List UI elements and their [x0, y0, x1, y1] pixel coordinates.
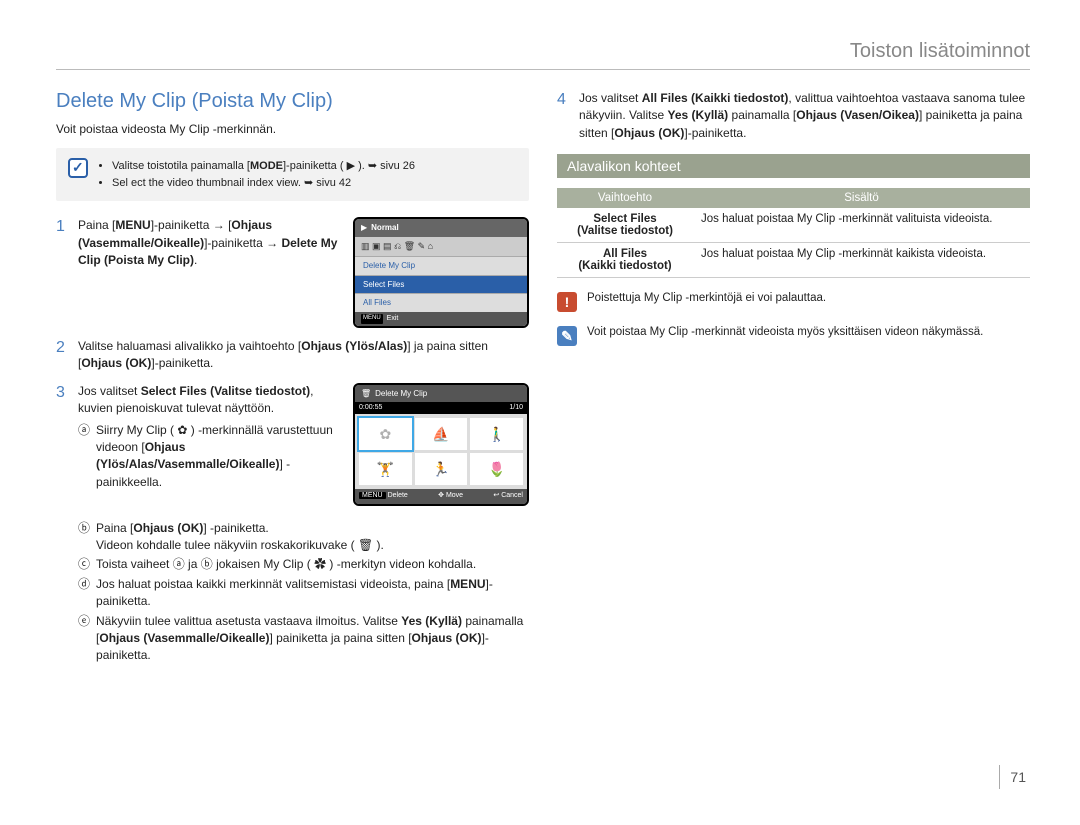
sub-b: ⓑPaina [Ohjaus (OK)] -painiketta.Videon … [78, 520, 529, 555]
step-3-cont: ⓑPaina [Ohjaus (OK)] -painiketta.Videon … [56, 516, 529, 667]
screen1-menu: Delete My Clip Select Files All Files ME… [355, 256, 527, 326]
sub-d: ⓓJos haluat poistaa kaikki merkinnät val… [78, 576, 529, 611]
section-title: Delete My Clip (Poista My Clip) [56, 90, 529, 113]
info-note: ✎ Voit poistaa My Clip -merkinnät videoi… [557, 326, 1030, 346]
info-icon: ✎ [557, 326, 577, 346]
warning-icon: ! [557, 292, 577, 312]
screen1-iconrow: ▥ ▣ ▤ ⎌ 🗑 ✎ ⌂ [355, 237, 527, 256]
page: Toiston lisätoiminnot Delete My Clip (Po… [0, 0, 1080, 825]
thumb: ⛵ [415, 418, 468, 450]
thumb: 🏋 [359, 453, 412, 485]
check-icon [68, 158, 88, 178]
tip-list: Valitse toistotila painamalla [MODE]-pai… [98, 158, 415, 191]
right-column: 4 Jos valitset All Files (Kaikki tiedost… [557, 90, 1030, 677]
table-row: All Files(Kaikki tiedostot) Jos haluat p… [557, 243, 1030, 278]
step-4-text: Jos valitset All Files (Kaikki tiedostot… [579, 90, 1030, 142]
step-4: 4 Jos valitset All Files (Kaikki tiedost… [557, 90, 1030, 142]
submenu-heading: Alavalikon kohteet [557, 154, 1030, 178]
two-column-layout: Delete My Clip (Poista My Clip) Voit poi… [56, 90, 1030, 677]
tip-box: Valitse toistotila painamalla [MODE]-pai… [56, 148, 529, 201]
menu-item: All Files [355, 293, 527, 312]
step-3-sublist: ⓐSiirry My Clip ( ✿ ) -merkinnällä varus… [78, 422, 343, 492]
menu-key-icon: MENU [361, 314, 383, 324]
warning-note: ! Poistettuja My Clip -merkintöjä ei voi… [557, 292, 1030, 312]
table-header-row: Vaihtoehto Sisältö [557, 188, 1030, 208]
menu-item-selected: Select Files [355, 275, 527, 294]
thumb: 🚶‍♂️ [470, 418, 523, 450]
th-option: Vaihtoehto [557, 188, 693, 208]
trash-icon: 🗑 [361, 388, 371, 400]
menu-key-icon: MENU [359, 492, 386, 499]
sub-a: ⓐSiirry My Clip ( ✿ ) -merkinnällä varus… [78, 422, 343, 492]
step-2-text: Valitse haluamasi alivalikko ja vaihtoeh… [78, 338, 529, 373]
thumb-selected: ✿ [359, 418, 412, 450]
thumb: 🌷 [470, 453, 523, 485]
cell-option: All Files(Kaikki tiedostot) [557, 243, 693, 278]
tip-line-1: Valitse toistotila painamalla [MODE]-pai… [112, 158, 415, 175]
screen2-counter: 0:00:55 1/10 [355, 402, 527, 414]
screen1-exitbar: MENU Exit [355, 312, 527, 326]
thumb: 🏃 [415, 453, 468, 485]
screen1-topbar: ▶ Normal [355, 219, 527, 237]
screen2-title: 🗑 Delete My Clip [355, 385, 527, 403]
screen2-actions: MENU Delete ✥ Move ↩ Cancel [355, 489, 527, 503]
page-number: 71 [999, 765, 1026, 789]
step-3-text: Jos valitset Select Files (Valitse tiedo… [78, 383, 343, 418]
thumb-grid: ✿ ⛵ 🚶‍♂️ 🏋 🏃 🌷 [355, 414, 527, 489]
table-row: Select Files(Valitse tiedostot) Jos halu… [557, 208, 1030, 243]
options-table: Vaihtoehto Sisältö Select Files(Valitse … [557, 188, 1030, 278]
th-content: Sisältö [693, 188, 1030, 208]
info-text: Voit poistaa My Clip -merkinnät videoist… [587, 326, 983, 338]
step-3-sublist-cont: ⓑPaina [Ohjaus (OK)] -painiketta.Videon … [78, 520, 529, 665]
ui-screenshot-menu: ▶ Normal ▥ ▣ ▤ ⎌ 🗑 ✎ ⌂ Delete My Clip Se… [353, 217, 529, 328]
menu-item: Delete My Clip [355, 256, 527, 275]
play-icon: ▶ [361, 222, 367, 234]
left-column: Delete My Clip (Poista My Clip) Voit poi… [56, 90, 529, 677]
step-1-text: Paina [MENU]-painiketta → [Ohjaus (Vasem… [78, 217, 343, 269]
step-2: 2 Valitse haluamasi alivalikko ja vaihto… [56, 338, 529, 373]
warning-text: Poistettuja My Clip -merkintöjä ei voi p… [587, 292, 826, 304]
sub-c: ⓒToista vaiheet ⓐ ja ⓑ jokaisen My Clip … [78, 556, 529, 573]
intro-text: Voit poistaa videosta My Clip -merkinnän… [56, 121, 529, 138]
tip-line-2: Sel ect the video thumbnail index view. … [112, 175, 415, 192]
step-1: 1 Paina [MENU]-painiketta → [Ohjaus (Vas… [56, 217, 529, 328]
cell-desc: Jos haluat poistaa My Clip -merkinnät va… [693, 208, 1030, 243]
cell-option: Select Files(Valitse tiedostot) [557, 208, 693, 243]
page-header: Toiston lisätoiminnot [56, 40, 1030, 70]
cell-desc: Jos haluat poistaa My Clip -merkinnät ka… [693, 243, 1030, 278]
sub-e: ⓔNäkyviin tulee valittua asetusta vastaa… [78, 613, 529, 665]
step-3: 3 Jos valitset Select Files (Valitse tie… [56, 383, 529, 506]
ui-screenshot-thumbnails: 🗑 Delete My Clip 0:00:55 1/10 ✿ ⛵ 🚶‍♂️ 🏋 [353, 383, 529, 506]
